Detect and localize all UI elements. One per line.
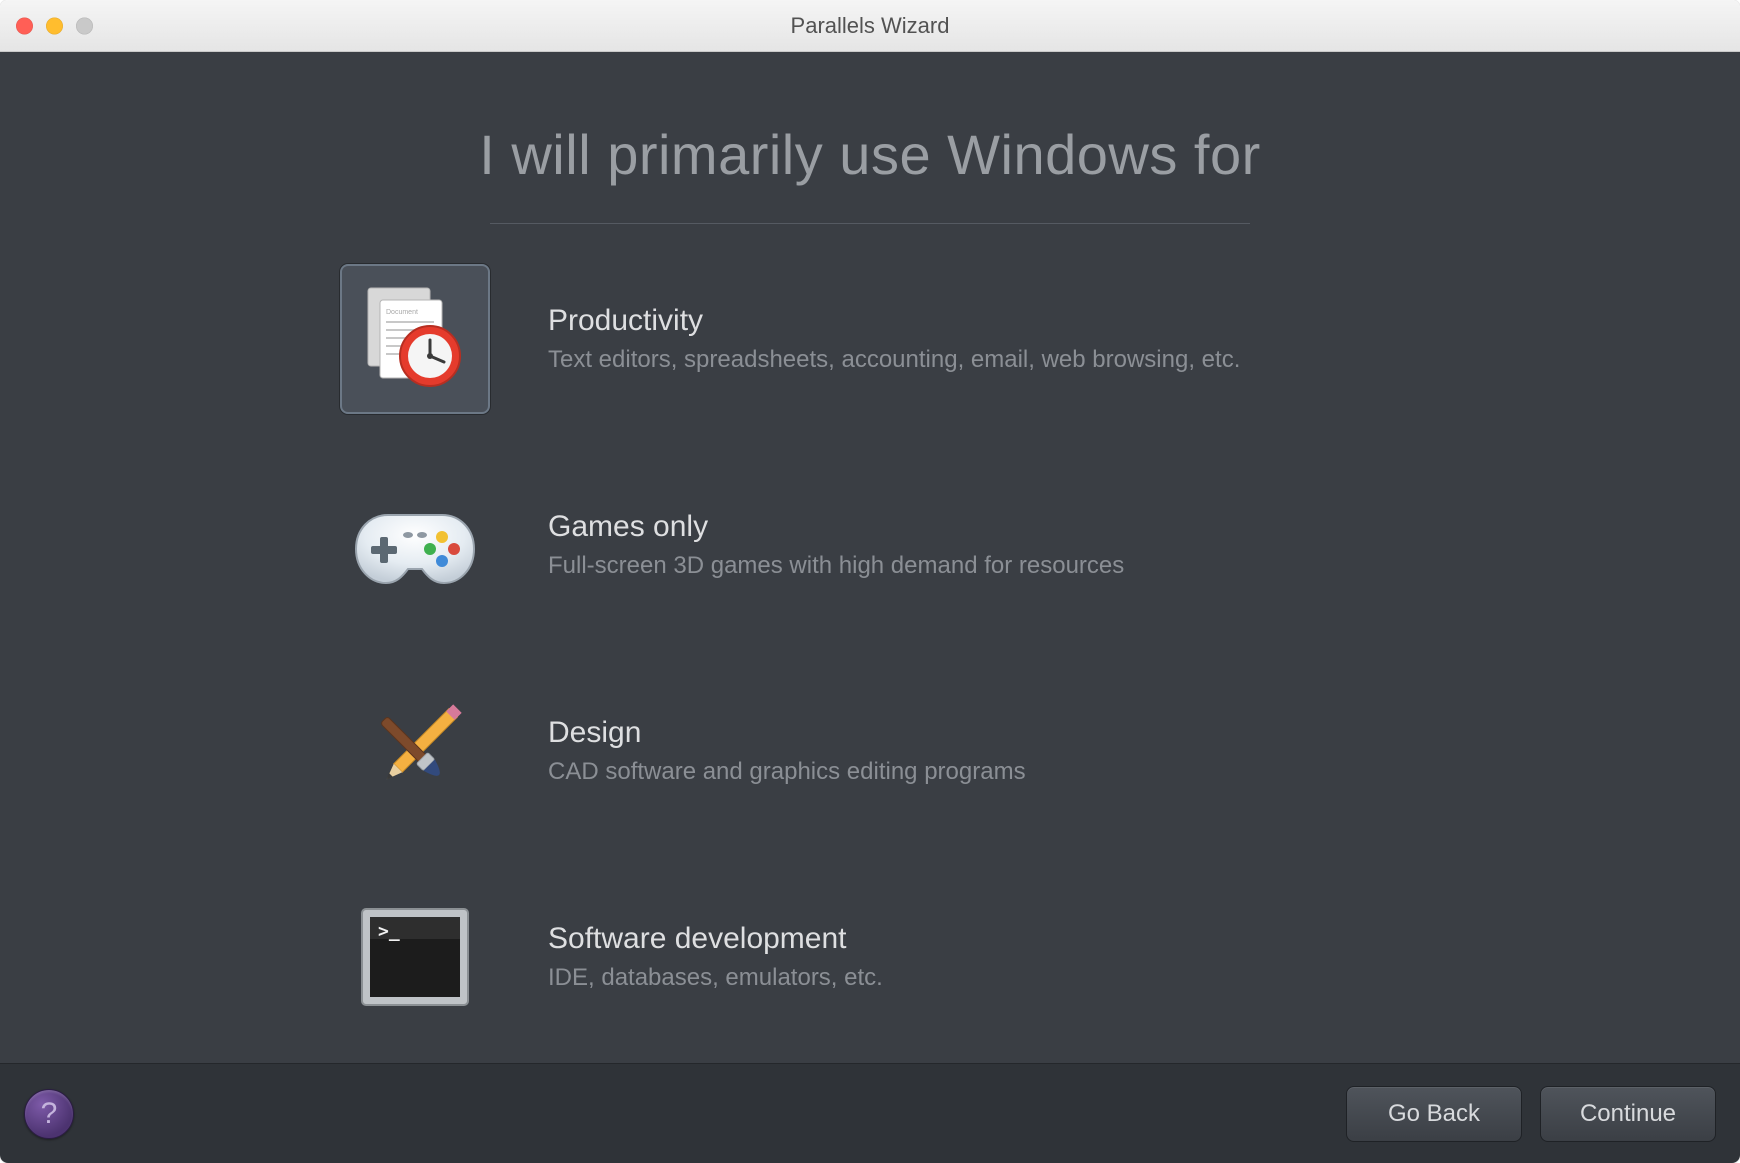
option-productivity[interactable]: Document [340, 264, 1400, 414]
window-title: Parallels Wizard [0, 13, 1740, 39]
go-back-button[interactable]: Go Back [1346, 1086, 1522, 1142]
page-heading: I will primarily use Windows for [479, 122, 1261, 187]
option-desc: Text editors, spreadsheets, accounting, … [548, 346, 1400, 374]
close-window-button[interactable] [16, 17, 33, 34]
option-desc: CAD software and graphics editing progra… [548, 758, 1400, 786]
help-button[interactable]: ? [24, 1089, 74, 1139]
option-title: Games only [548, 510, 1400, 544]
help-icon: ? [41, 1097, 58, 1131]
option-desc: Full-screen 3D games with high demand fo… [548, 552, 1400, 580]
continue-label: Continue [1580, 1100, 1676, 1128]
option-title: Productivity [548, 304, 1400, 338]
option-title: Design [548, 716, 1400, 750]
content: I will primarily use Windows for Documen… [0, 52, 1740, 1063]
brush-pencil-icon [340, 676, 490, 826]
game-controller-icon [340, 470, 490, 620]
footer: ? Go Back Continue [0, 1063, 1740, 1163]
svg-text:>_: >_ [378, 921, 400, 942]
option-desc: IDE, databases, emulators, etc. [548, 964, 1400, 992]
option-software-development[interactable]: >_ Software development IDE, databases, … [340, 882, 1400, 1032]
option-games[interactable]: Games only Full-screen 3D games with hig… [340, 470, 1400, 620]
go-back-label: Go Back [1388, 1100, 1480, 1128]
heading-divider [490, 223, 1250, 224]
traffic-lights [16, 17, 93, 34]
titlebar: Parallels Wizard [0, 0, 1740, 52]
option-list: Document [340, 264, 1400, 1032]
continue-button[interactable]: Continue [1540, 1086, 1716, 1142]
option-title: Software development [548, 922, 1400, 956]
terminal-icon: >_ [340, 882, 490, 1032]
zoom-window-button[interactable] [76, 17, 93, 34]
wizard-window: Parallels Wizard I will primarily use Wi… [0, 0, 1740, 1163]
document-clock-icon: Document [340, 264, 490, 414]
svg-text:Document: Document [386, 309, 418, 316]
option-design[interactable]: Design CAD software and graphics editing… [340, 676, 1400, 826]
minimize-window-button[interactable] [46, 17, 63, 34]
